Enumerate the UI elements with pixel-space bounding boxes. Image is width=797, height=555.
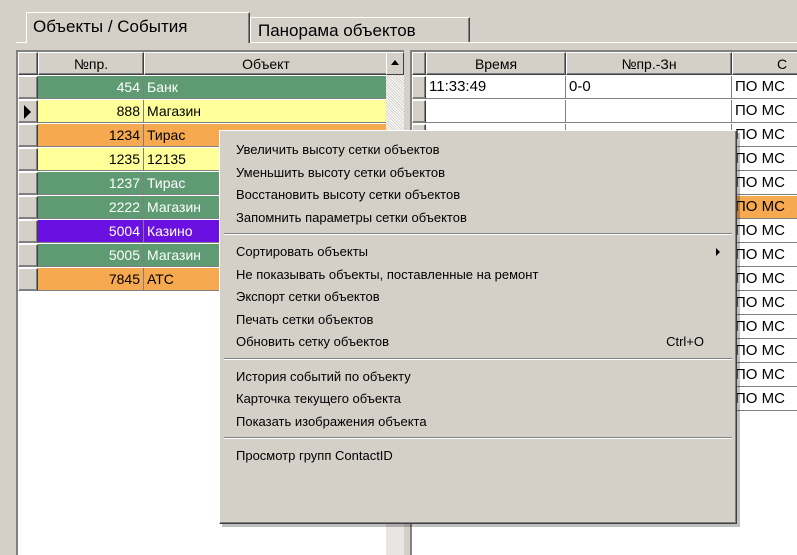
submenu-arrow-icon: [716, 248, 720, 256]
row-indicator[interactable]: [18, 100, 38, 123]
object-number-cell[interactable]: 888: [38, 100, 144, 123]
menu-item[interactable]: Не показывать объекты, поставленные на р…: [222, 264, 734, 286]
event-source-cell[interactable]: ПО МС: [732, 292, 797, 315]
column-header-time[interactable]: Время: [426, 52, 566, 75]
menu-item[interactable]: История событий по объекту: [222, 366, 734, 388]
object-number-cell[interactable]: 1234: [38, 124, 144, 147]
menu-item[interactable]: Восстановить высоту сетки объектов: [222, 184, 734, 206]
menu-separator: [224, 357, 732, 360]
objects-grid-header: №пр. Объект: [18, 52, 404, 76]
menu-item[interactable]: Просмотр групп ContactID: [222, 445, 734, 467]
event-source-cell[interactable]: ПО МС: [732, 172, 797, 195]
menu-item-label: Обновить сетку объектов: [236, 334, 390, 349]
object-number-cell[interactable]: 5005: [38, 244, 144, 267]
menu-item-label: Показать изображения объекта: [236, 413, 427, 429]
event-source-cell[interactable]: ПО МС: [732, 100, 797, 123]
menu-item-label: Просмотр групп ContactID: [236, 448, 393, 463]
column-header-zone[interactable]: №пр.-Зн: [566, 52, 732, 75]
row-indicator-header: [18, 52, 38, 75]
row-indicator[interactable]: [18, 148, 38, 171]
row-indicator-header: [412, 52, 426, 75]
object-number-cell[interactable]: 1237: [38, 172, 144, 195]
row-indicator[interactable]: [18, 76, 38, 99]
menu-item-label: Уменьшить высоту сетки объектов: [236, 164, 446, 180]
object-name-cell[interactable]: Магазин: [144, 100, 388, 123]
event-source-cell[interactable]: ПО МС: [732, 388, 797, 411]
event-time-cell[interactable]: 11:33:49: [426, 76, 566, 99]
event-source-cell[interactable]: ПО МС: [732, 76, 797, 99]
event-source-cell[interactable]: ПО МС: [732, 316, 797, 339]
row-indicator[interactable]: [18, 124, 38, 147]
context-menu: Увеличить высоту сетки объектов Уменьшить…: [219, 130, 737, 524]
menu-item-label: Карточка текущего объекта: [236, 391, 402, 406]
event-source-cell[interactable]: ПО МС: [732, 340, 797, 363]
table-row[interactable]: 11:33:49 0-0 ПО МС: [412, 76, 797, 100]
menu-item[interactable]: Увеличить высоту сетки объектов: [222, 139, 734, 161]
object-number-cell[interactable]: 7845: [38, 268, 144, 291]
row-indicator[interactable]: [18, 244, 38, 267]
tab-objects-events[interactable]: Объекты / События: [26, 12, 250, 43]
event-source-cell[interactable]: ПО МС: [732, 244, 797, 267]
event-source-cell[interactable]: ПО МС: [732, 124, 797, 147]
current-row-pointer-icon: [24, 105, 31, 119]
menu-item-label: Сортировать объекты: [236, 244, 369, 259]
object-number-cell[interactable]: 2222: [38, 196, 144, 219]
menu-item[interactable]: Печать сетки объектов: [222, 309, 734, 331]
menu-separator: [224, 437, 732, 439]
event-source-cell[interactable]: ПО МС: [732, 268, 797, 291]
menu-item[interactable]: Запомнить параметры сетки объектов: [222, 207, 734, 229]
menu-item-label: Не показывать объекты, поставленные на р…: [236, 266, 539, 282]
tab-objects-panorama[interactable]: Панорама объектов: [250, 17, 470, 43]
menu-item-label: Экспорт сетки объектов: [236, 289, 380, 304]
table-row[interactable]: 454 Банк: [18, 76, 404, 100]
scroll-up-button[interactable]: [386, 52, 404, 75]
event-source-cell[interactable]: ПО МС: [732, 364, 797, 387]
arrow-up-icon: [391, 60, 399, 65]
column-header-object[interactable]: Объект: [144, 52, 388, 75]
events-grid-header: Время №пр.-Зн С: [412, 52, 797, 76]
row-indicator[interactable]: [18, 172, 38, 195]
event-source-cell[interactable]: ПО МС: [732, 148, 797, 171]
event-zone-cell[interactable]: 0-0: [566, 76, 732, 99]
event-time-cell[interactable]: [426, 100, 566, 123]
menu-item-label: История событий по объекту: [236, 368, 411, 384]
menu-item-label: Увеличить высоту сетки объектов: [236, 142, 440, 157]
menu-item[interactable]: Обновить сетку объектов Ctrl+O: [222, 331, 734, 353]
table-row[interactable]: ПО МС: [412, 100, 797, 124]
object-name-cell[interactable]: Банк: [144, 76, 388, 99]
menu-item[interactable]: Показать изображения объекта: [222, 411, 734, 433]
event-zone-cell[interactable]: [566, 100, 732, 123]
menu-item[interactable]: Экспорт сетки объектов: [222, 286, 734, 308]
row-indicator[interactable]: [412, 100, 426, 123]
object-number-cell[interactable]: 5004: [38, 220, 144, 243]
object-number-cell[interactable]: 454: [38, 76, 144, 99]
menu-separator: [224, 233, 732, 235]
row-indicator[interactable]: [18, 268, 38, 291]
menu-item-label: Восстановить высоту сетки объектов: [236, 187, 461, 202]
menu-item[interactable]: Уменьшить высоту сетки объектов: [222, 162, 734, 184]
event-source-cell[interactable]: ПО МС: [732, 196, 797, 219]
row-indicator[interactable]: [18, 220, 38, 243]
row-indicator[interactable]: [412, 76, 426, 99]
object-number-cell[interactable]: 1235: [38, 148, 144, 171]
table-row[interactable]: 888 Магазин: [18, 100, 404, 124]
menu-item-label: Запомнить параметры сетки объектов: [236, 209, 467, 225]
menu-item-shortcut: Ctrl+O: [666, 334, 704, 349]
column-header-source[interactable]: С: [732, 52, 797, 75]
menu-item[interactable]: Карточка текущего объекта: [222, 388, 734, 410]
column-header-number[interactable]: №пр.: [38, 52, 144, 75]
menu-item-label: Печать сетки объектов: [236, 311, 374, 327]
menu-item[interactable]: Сортировать объекты: [222, 241, 734, 263]
row-indicator[interactable]: [18, 196, 38, 219]
event-source-cell[interactable]: ПО МС: [732, 220, 797, 243]
